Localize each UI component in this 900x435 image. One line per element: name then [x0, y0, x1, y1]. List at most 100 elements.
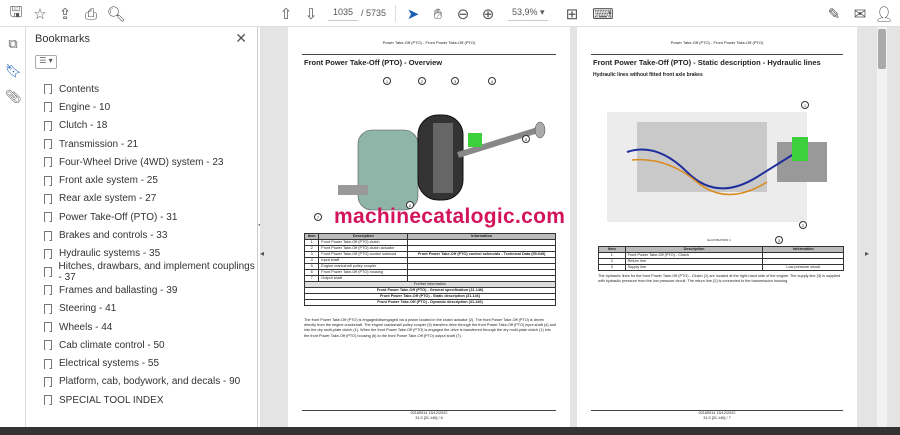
table-cell: Front Power Take-Off (PTO) control solen… — [318, 251, 409, 258]
bookmark-icon — [44, 376, 52, 387]
bookmark-label: Electrical systems - 55 — [59, 358, 160, 370]
footer-page: 31.5 [31.146] / 7 — [703, 416, 731, 420]
bookmark-label: Contents — [59, 83, 100, 95]
bookmark-item[interactable]: SPECIAL TOOL INDEX — [44, 391, 257, 409]
bookmark-item[interactable]: Cab climate control - 50 — [44, 336, 257, 354]
bookmark-icon — [44, 267, 52, 278]
parts-table: Item Description Information 1 Front Power … — [303, 233, 556, 306]
zoom-select[interactable]: 53,9% ▾ — [508, 7, 548, 21]
bookmark-icon — [44, 120, 52, 131]
bookmarks-panel: Bookmarks ✕ ☰ ▾ Contents Engine - 10 Clutc… — [26, 27, 258, 435]
cursor-icon[interactable]: ➤ — [403, 4, 423, 24]
bookmark-item[interactable]: Platform, cab, bodywork, and decals - 90 — [44, 373, 257, 391]
bookmark-label: Hitches, drawbars, and implement couplin… — [58, 261, 255, 284]
bookmark-item[interactable]: Engine - 10 — [44, 98, 257, 116]
table-cell: Supply line — [624, 264, 764, 271]
description-paragraph: The hydraulic lines for the front Power … — [598, 274, 841, 284]
bookmark-item[interactable]: Frames and ballasting - 39 — [44, 281, 257, 299]
description-paragraph: The front Power Take-Off (PTO) is engage… — [304, 318, 556, 338]
plus-circle-icon[interactable]: ⊕ — [478, 4, 498, 24]
bookmark-label: Power Take-Off (PTO) - 31 — [59, 211, 178, 223]
bookmark-icon — [44, 84, 52, 95]
bookmark-label: Hydraulic systems - 35 — [59, 248, 161, 260]
save-icon[interactable]: 🖫 — [6, 4, 26, 24]
figure-caption: ILLUSTRATION 1 — [707, 238, 731, 242]
mail-icon[interactable]: ✉ — [850, 4, 870, 24]
page-right: Power Take-Off (PTO) - Front Power Take-… — [577, 27, 857, 427]
bookmark-icon — [44, 193, 52, 204]
hand-icon[interactable]: ✋︎ — [428, 4, 448, 24]
watermark: machinecatalogic.com — [334, 205, 566, 228]
callout: 5 — [522, 135, 530, 143]
bookmark-label: SPECIAL TOOL INDEX — [59, 394, 164, 406]
bookmark-icon — [44, 248, 52, 259]
scrollbar[interactable] — [877, 27, 887, 427]
bookmark-icon — [44, 395, 52, 406]
bookmark-item[interactable]: Clutch - 18 — [44, 117, 257, 135]
print-icon[interactable]: ⎙ — [81, 4, 101, 24]
bookmark-label: Rear axle system - 27 — [59, 193, 157, 205]
table-row: 3 Supply line Low pressure circuit — [598, 264, 844, 271]
hydraulic-illustration — [607, 112, 827, 222]
attachment-icon[interactable]: 📎︎ — [5, 89, 22, 105]
bookmark-icon — [44, 175, 52, 186]
bookmark-label: Brakes and controls - 33 — [59, 230, 168, 242]
callout: 2 — [418, 77, 426, 85]
bookmark-icon — [44, 303, 52, 314]
bookmark-label: Engine - 10 — [59, 101, 111, 113]
bookmark-label: Transmission - 21 — [59, 138, 139, 150]
minus-circle-icon[interactable]: ⊖ — [453, 4, 473, 24]
bookmark-label: Clutch - 18 — [59, 120, 108, 132]
bookmark-item[interactable]: Wheels - 44 — [44, 318, 257, 336]
table-cell: 3 — [598, 264, 626, 271]
callout: 3 — [775, 236, 783, 244]
bookmark-list: Contents Engine - 10 Clutch - 18 Transmissi… — [44, 80, 257, 409]
table-cell: Front Power Take-Off (PTO) control solen… — [407, 251, 556, 258]
page-thumbnails-icon[interactable]: ⧉ — [5, 36, 21, 52]
bookmark-item[interactable]: Rear axle system - 27 — [44, 190, 257, 208]
cloud-upload-icon[interactable]: ⇪ — [55, 4, 75, 24]
callout: 3 — [451, 77, 459, 85]
page-title: Front Power Take-Off (PTO) - Static desc… — [593, 58, 821, 67]
bookmark-item[interactable]: Hitches, drawbars, and implement couplin… — [44, 261, 257, 284]
sign-icon[interactable]: ✎ — [824, 4, 844, 24]
bookmark-item[interactable]: Steering - 41 — [44, 300, 257, 318]
bookmark-label: Platform, cab, bodywork, and decals - 90 — [59, 376, 241, 388]
arrow-down-circle-icon[interactable]: ⇩ — [301, 4, 321, 24]
divider — [591, 54, 843, 55]
parts-table: Item Description Information 1 Front Power … — [598, 246, 844, 271]
toolbar: 🖫 ☆ ⇪ ⎙ 🔍︎ ⇧ ⇩ 1035 / 5735 ➤ ✋︎ ⊖ ⊕ 53,9… — [0, 0, 900, 27]
bookmark-label: Front axle system - 25 — [59, 175, 158, 187]
callout: 1 — [383, 77, 391, 85]
bookmark-icon — [44, 358, 52, 369]
divider — [395, 5, 396, 22]
bookmark-item[interactable]: Power Take-Off (PTO) - 31 — [44, 208, 257, 226]
prev-page-arrow[interactable]: ◂ — [260, 249, 264, 258]
arrow-up-circle-icon[interactable]: ⇧ — [276, 4, 296, 24]
footer-page: 31.5 [31.146] / 6 — [415, 416, 443, 420]
fit-page-icon[interactable]: ⊞ — [562, 4, 582, 24]
scrollbar-thumb[interactable] — [878, 29, 886, 69]
bookmarks-icon[interactable]: 🔖︎ — [5, 63, 22, 79]
page-header: Power Take-Off (PTO) - Front Power Take-… — [382, 40, 476, 45]
page-number-input[interactable]: 1035 — [328, 7, 358, 21]
bookmark-item[interactable]: Brakes and controls - 33 — [44, 226, 257, 244]
divider — [302, 54, 556, 55]
search-icon[interactable]: 🔍︎ — [106, 4, 126, 24]
page-subtitle: Hydraulic lines without fitted front axl… — [593, 72, 703, 78]
bookmark-item[interactable]: Contents — [44, 80, 257, 98]
bookmark-item[interactable]: Electrical systems - 55 — [44, 354, 257, 372]
bookmark-item[interactable]: Transmission - 21 — [44, 135, 257, 153]
bookmark-label: Wheels - 44 — [59, 321, 113, 333]
bookmark-item[interactable]: Four-Wheel Drive (4WD) system - 23 — [44, 153, 257, 171]
star-icon[interactable]: ☆ — [30, 4, 50, 24]
bookmark-options-button[interactable]: ☰ ▾ — [35, 55, 57, 69]
bookmark-item[interactable]: Front axle system - 25 — [44, 171, 257, 189]
bookmark-label: Steering - 41 — [59, 303, 117, 315]
close-icon[interactable]: ✕ — [235, 30, 247, 47]
account-icon[interactable]: 👤︎ — [874, 4, 894, 24]
scroll-mode-icon[interactable]: ⌨ — [592, 4, 614, 24]
bookmark-icon — [44, 157, 52, 168]
link-dynamic-desc[interactable]: Front Power Take-Off (PTO) - Dynamic des… — [304, 299, 556, 306]
next-page-arrow[interactable]: ▸ — [865, 249, 869, 258]
